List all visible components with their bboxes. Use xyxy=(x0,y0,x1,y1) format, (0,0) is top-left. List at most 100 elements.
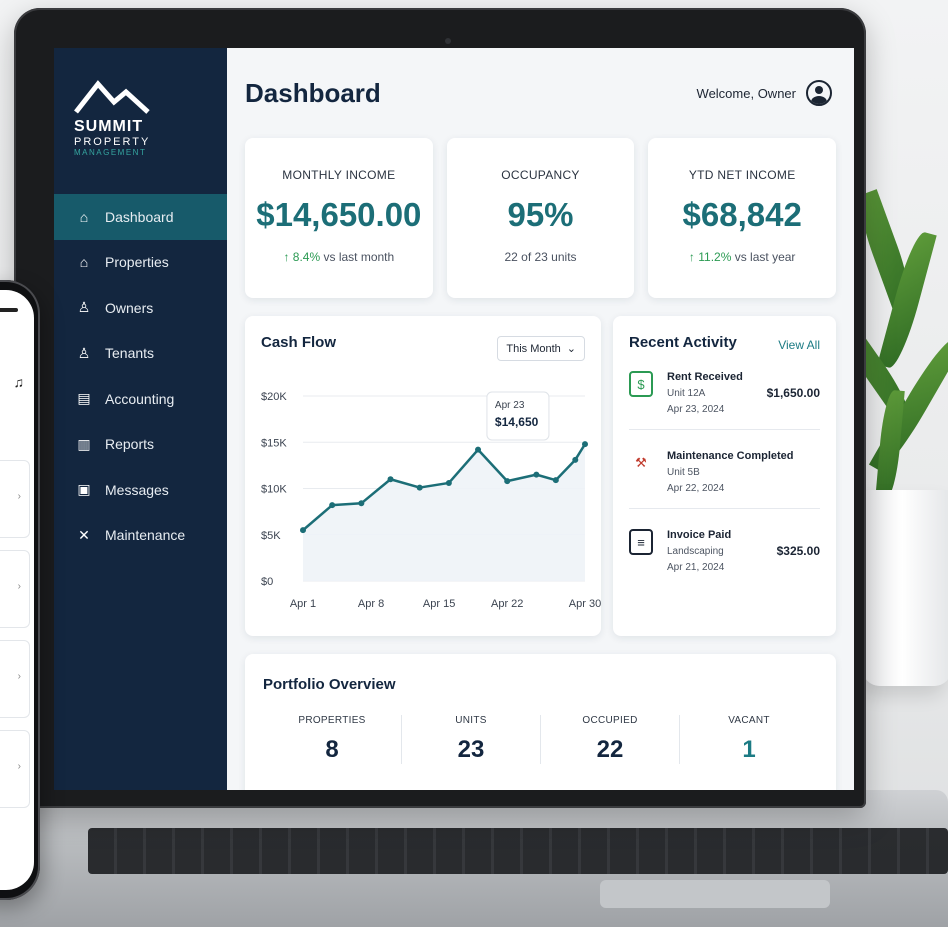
laptop-trackpad xyxy=(600,880,830,908)
plant-pot xyxy=(862,490,948,686)
card-title: Portfolio Overview xyxy=(263,676,396,693)
mountain-logo-icon xyxy=(74,80,150,114)
stat-cards: MONTHLY INCOME $14,650.00 ↑ 8.4% vs last… xyxy=(245,138,837,298)
portfolio-overview-card: Portfolio Overview PROPERTIES 8 UNITS 23… xyxy=(245,654,836,790)
activity-item[interactable]: ≡ Invoice Paid Landscaping Apr 21, 2024 … xyxy=(629,529,820,587)
data-point xyxy=(358,500,365,507)
phone-screen: ♫ › › › › xyxy=(0,290,34,890)
wrench-icon: ⚒ xyxy=(635,455,647,470)
sidebar-item-label: Messages xyxy=(105,481,169,498)
data-point xyxy=(300,527,306,534)
rent-icon: $ xyxy=(629,371,653,397)
activity-date: Apr 21, 2024 xyxy=(667,562,725,573)
activity-item[interactable]: $ Rent Received Unit 12A Apr 23, 2024 $1… xyxy=(629,371,820,430)
brand-subtitle: PROPERTY xyxy=(74,136,151,148)
x-tick-label: Apr 8 xyxy=(358,598,384,610)
sidebar-item-properties[interactable]: ⌂ Properties xyxy=(54,240,227,286)
stat-card-ytd-net-income: YTD NET INCOME $68,842 ↑ 11.2% vs last y… xyxy=(648,138,837,298)
stat-value: $14,650.00 xyxy=(256,196,422,233)
metric-value: 8 xyxy=(325,736,339,763)
sidebar-item-label: Properties xyxy=(105,254,169,271)
home-icon: ⌂ xyxy=(79,208,89,225)
activity-title: Rent Received xyxy=(667,371,743,383)
chevron-right-icon: › xyxy=(17,671,21,682)
phone-list-card[interactable]: › xyxy=(0,640,30,718)
camera-icon xyxy=(445,38,451,44)
activity-body: Rent Received Unit 12A Apr 23, 2024 xyxy=(667,371,767,415)
stat-card-monthly-income: MONTHLY INCOME $14,650.00 ↑ 8.4% vs last… xyxy=(245,138,433,298)
bell-icon[interactable]: ♫ xyxy=(14,374,25,390)
range-dropdown-value: This Month xyxy=(506,342,561,355)
data-point xyxy=(445,479,452,486)
report-icon: ▥ xyxy=(77,435,91,452)
stat-change: ↑ 8.4% vs last month xyxy=(245,250,433,264)
x-tick-label: Apr 1 xyxy=(290,598,316,610)
sidebar-item-dashboard[interactable]: ⌂ Dashboard xyxy=(54,194,227,240)
x-tick-label: Apr 22 xyxy=(491,598,523,610)
sidebar-item-label: Owners xyxy=(105,299,154,316)
sidebar-item-owners[interactable]: ♙ Owners xyxy=(54,285,227,331)
y-tick-label: $10K xyxy=(261,484,287,496)
portfolio-metric: UNITS 23 xyxy=(402,715,541,764)
sidebar-item-reports[interactable]: ▥ Reports xyxy=(54,422,227,468)
invoice-icon: ≡ xyxy=(629,529,653,555)
view-all-link[interactable]: View All xyxy=(778,338,820,352)
data-point xyxy=(572,456,579,463)
activity-body: Invoice Paid Landscaping Apr 21, 2024 xyxy=(667,529,777,573)
brand-logo: SUMMIT PROPERTY MANAGEMENT xyxy=(54,48,227,194)
stat-change-suffix: vs last month xyxy=(320,250,395,264)
stat-change-suffix: vs last year xyxy=(731,250,796,264)
data-point xyxy=(504,478,511,485)
app-screen: SUMMIT PROPERTY MANAGEMENT ⌂ Dashboard ⌂… xyxy=(54,48,854,790)
avatar-icon[interactable] xyxy=(806,80,832,106)
portfolio-metric: OCCUPIED 22 xyxy=(541,715,680,764)
sidebar-item-label: Maintenance xyxy=(105,527,186,544)
page-title: Dashboard xyxy=(245,77,381,108)
building-icon: ⌂ xyxy=(79,254,89,271)
user-menu[interactable]: Welcome, Owner xyxy=(697,80,832,106)
range-dropdown[interactable]: This Month ⌄ xyxy=(497,336,585,361)
series-area xyxy=(303,444,585,581)
y-tick-label: $5K xyxy=(261,530,281,542)
data-point xyxy=(387,476,394,483)
tools-icon: ✕ xyxy=(78,526,90,543)
y-tick-label: $20K xyxy=(261,391,287,403)
recent-activity-card: Recent Activity View All $ Rent Received… xyxy=(613,316,836,636)
trend-up-value: ↑ 11.2% xyxy=(688,250,732,264)
y-tick-label: $15K xyxy=(261,437,287,449)
stat-label: OCCUPANCY xyxy=(501,168,580,182)
data-point xyxy=(552,477,559,484)
tooltip-value: $14,650 xyxy=(495,415,539,429)
phone-list-card[interactable]: › xyxy=(0,460,30,538)
sidebar-item-label: Tenants xyxy=(105,345,155,362)
tenant-icon: ♙ xyxy=(77,344,91,361)
stat-value: $68,842 xyxy=(682,196,802,233)
sidebar: SUMMIT PROPERTY MANAGEMENT ⌂ Dashboard ⌂… xyxy=(54,48,227,790)
phone-list-card[interactable]: › xyxy=(0,730,30,808)
data-point xyxy=(533,471,540,478)
sidebar-item-label: Reports xyxy=(105,436,155,453)
phone-list-card[interactable]: › xyxy=(0,550,30,628)
trend-up-value: ↑ 8.4% xyxy=(283,250,321,264)
activity-item[interactable]: ⚒ Maintenance Completed Unit 5B Apr 22, … xyxy=(629,450,820,509)
sidebar-item-tenants[interactable]: ♙ Tenants xyxy=(54,331,227,377)
owner-icon: ♙ xyxy=(77,299,91,316)
sidebar-item-messages[interactable]: ▣ Messages xyxy=(54,467,227,513)
data-point xyxy=(329,502,336,509)
stat-label: YTD NET INCOME xyxy=(688,168,796,182)
activity-amount: $325.00 xyxy=(776,544,820,558)
metric-label: UNITS xyxy=(455,715,487,726)
phone-status-bar xyxy=(0,308,18,312)
sidebar-item-accounting[interactable]: ▤ Accounting xyxy=(54,376,227,422)
phone-device: ♫ › › › › xyxy=(0,280,40,900)
activity-detail: Unit 12A xyxy=(667,388,706,399)
sidebar-item-maintenance[interactable]: ✕ Maintenance xyxy=(54,513,227,559)
stat-card-occupancy: OCCUPANCY 95% 22 of 23 units xyxy=(446,138,635,298)
metric-value: 23 xyxy=(457,736,485,763)
activity-amount: $1,650.00 xyxy=(766,386,820,400)
portfolio-metric: VACANT 1 xyxy=(680,715,818,764)
activity-title: Invoice Paid xyxy=(667,529,732,541)
activity-title: Maintenance Completed xyxy=(667,450,794,462)
cash-flow-chart: $0 $5K $10K $15K $20K Apr 1 Apr 8 Apr 15 Apr 22 A… xyxy=(261,391,601,610)
stat-change: ↑ 11.2% vs last year xyxy=(648,250,836,264)
